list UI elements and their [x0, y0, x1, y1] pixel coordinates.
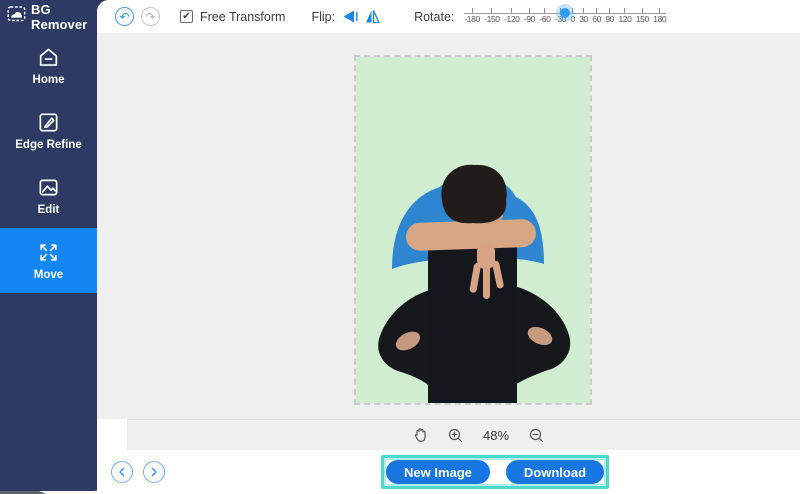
bg-remover-app: BG Remover Home Edge Refine Edit Move ↶ … — [0, 0, 800, 494]
image-pager — [111, 461, 165, 483]
zoom-statusbar: 48% — [127, 419, 800, 450]
sidebar-item-label: Home — [32, 74, 65, 86]
rotate-tick: -150 — [484, 8, 500, 24]
previous-image-button[interactable] — [111, 461, 133, 483]
next-image-button[interactable] — [143, 461, 165, 483]
flip-horizontal-button[interactable] — [342, 9, 358, 24]
hand-tool-button[interactable] — [413, 427, 428, 443]
sidebar-item-edit[interactable]: Edit — [0, 163, 97, 228]
move-icon — [37, 241, 60, 264]
redo-icon: ↷ — [145, 9, 156, 24]
next-icon — [151, 467, 157, 477]
zoom-in-button[interactable] — [448, 428, 463, 443]
free-transform-label: Free Transform — [200, 9, 286, 24]
rotate-tick: -180 — [464, 8, 480, 24]
undo-button[interactable]: ↶ — [115, 7, 134, 26]
home-icon — [37, 46, 60, 69]
sidebar-item-move[interactable]: Move — [0, 228, 97, 293]
flip-vertical-icon — [366, 10, 381, 24]
sidebar-item-home[interactable]: Home — [0, 33, 97, 98]
download-button[interactable]: Download — [505, 460, 605, 484]
sidebar-item-label: Move — [33, 269, 64, 281]
rotate-label: Rotate: — [414, 9, 455, 24]
rotate-controls: Rotate: -180 -150 -120 -90 -60 -30 0 30 60 90 120 1… — [414, 2, 667, 31]
preview-image[interactable] — [354, 55, 592, 405]
new-image-button[interactable]: New Image — [385, 460, 490, 484]
flip-horizontal-icon — [343, 10, 358, 23]
edge-refine-icon — [37, 111, 60, 134]
canvas-area[interactable] — [97, 33, 800, 419]
rotate-tick: 180 — [653, 8, 667, 24]
rotate-tick: -90 — [524, 8, 535, 24]
rotate-tick: 60 — [592, 8, 601, 24]
flip-vertical-button[interactable] — [365, 9, 381, 24]
rotate-tick: 90 — [605, 8, 614, 24]
footer-bar: New Image Download — [97, 450, 800, 494]
sidebar-item-label: Edge Refine — [15, 139, 82, 151]
action-buttons-highlight: New Image Download — [381, 455, 609, 489]
zoom-out-button[interactable] — [529, 428, 544, 443]
rotate-tick: 150 — [636, 8, 649, 24]
flip-controls: Flip: — [311, 9, 381, 24]
zoom-level: 48% — [482, 427, 510, 443]
app-logo: BG Remover — [0, 0, 110, 33]
edit-icon — [37, 176, 60, 199]
sidebar-nav: Home Edge Refine Edit Move — [0, 33, 97, 293]
sidebar-item-edge-refine[interactable]: Edge Refine — [0, 98, 97, 163]
rotate-tick: 120 — [618, 8, 632, 24]
sidebar: BG Remover Home Edge Refine Edit Move — [0, 0, 110, 491]
logo-icon — [7, 5, 26, 28]
person-photo — [356, 57, 590, 403]
free-transform-toggle[interactable]: ✔ Free Transform — [180, 10, 285, 24]
hand-icon — [414, 428, 426, 442]
sidebar-item-label: Edit — [37, 204, 60, 216]
main-panel: ↶ ↷ ✔ Free Transform Flip: Rotate: -180 … — [97, 0, 800, 494]
rotate-tick: -60 — [539, 8, 551, 24]
zoom-out-icon — [529, 428, 544, 442]
rotate-tick: 0 — [570, 8, 575, 24]
rotate-tick: -120 — [504, 8, 520, 24]
flip-label: Flip: — [311, 9, 336, 24]
zoom-in-icon — [448, 428, 463, 442]
rotate-tick: 30 — [579, 8, 588, 24]
undo-icon: ↶ — [119, 9, 130, 24]
prev-icon — [119, 467, 125, 477]
free-transform-checkbox[interactable]: ✔ — [180, 10, 193, 23]
toolbar: ↶ ↷ ✔ Free Transform Flip: Rotate: -180 … — [97, 0, 800, 33]
redo-button[interactable]: ↷ — [141, 7, 160, 26]
rotate-slider[interactable]: -180 -150 -120 -90 -60 -30 0 30 60 90 120 150 180 — [464, 5, 667, 31]
